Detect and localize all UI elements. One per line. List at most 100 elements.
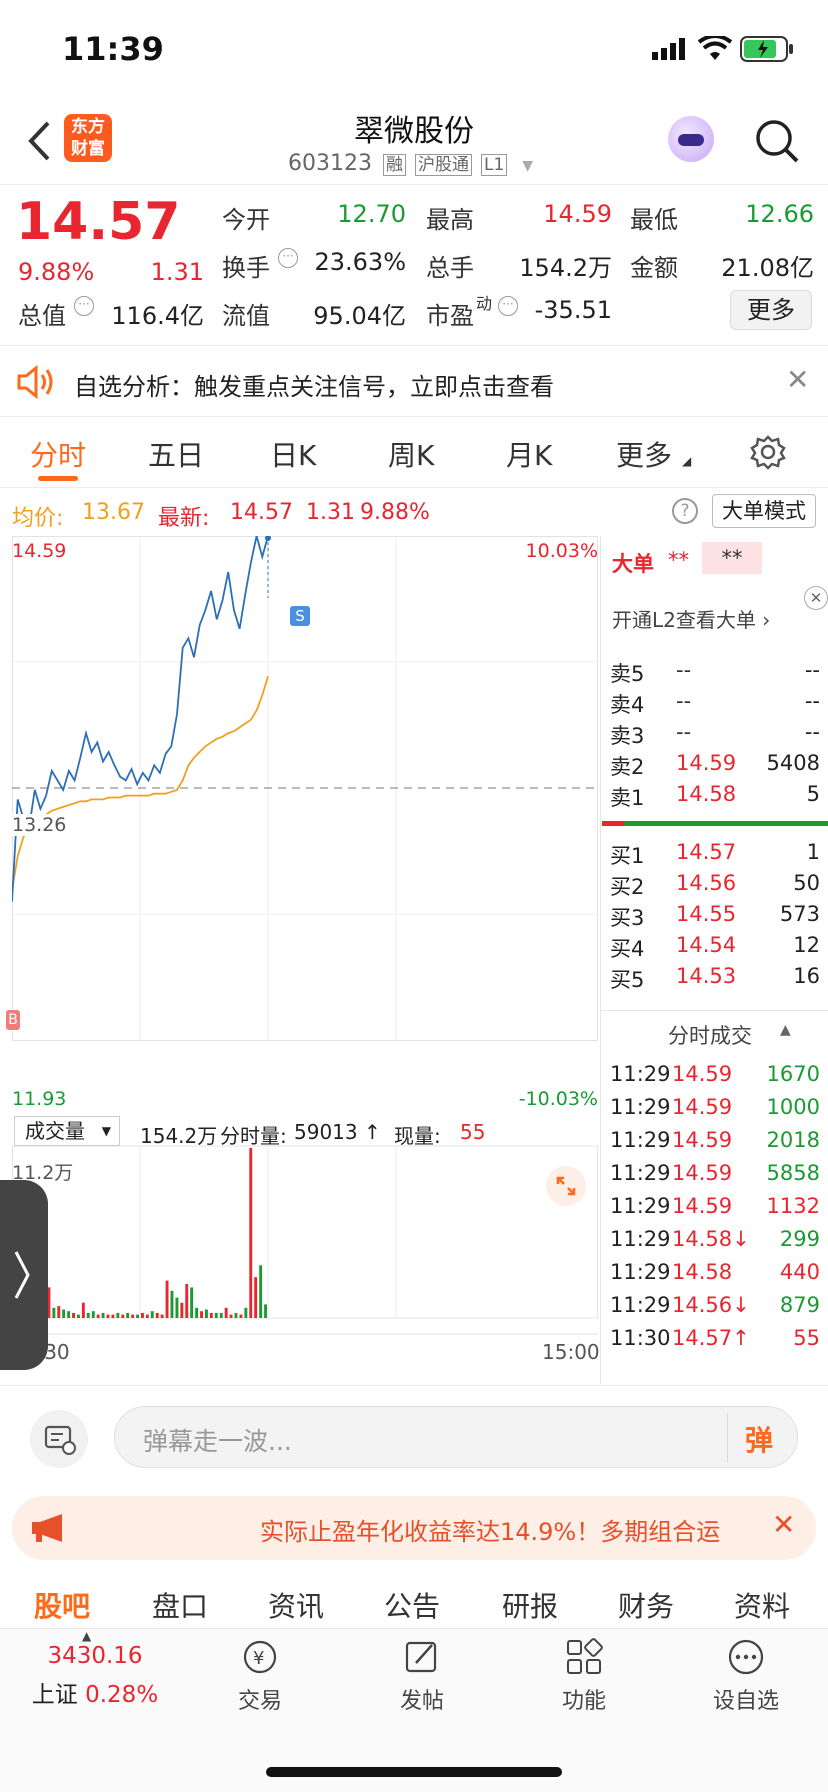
volume-bar: [160, 1314, 164, 1318]
tab-gonggao[interactable]: 公告: [384, 1585, 440, 1625]
pe-label: 市盈: [426, 302, 474, 330]
send-danmaku-button[interactable]: 弹: [745, 1419, 773, 1459]
chat-bar: 弹幕走一波... 弹: [0, 1385, 828, 1485]
analysis-alert[interactable]: 自选分析：触发重点关注信号，立即点击查看 ✕: [0, 347, 828, 417]
trade-row: 11:29 14.59 1670: [610, 1058, 820, 1092]
tab-post[interactable]: 发帖: [362, 1637, 482, 1715]
danmaku-settings-icon[interactable]: [30, 1410, 88, 1468]
index-ticker[interactable]: 3430.16 上证 0.28%: [20, 1643, 170, 1709]
index-name: 上证: [31, 1682, 78, 1708]
high-label: 最高: [426, 206, 474, 234]
sort-arrow-icon: ▲: [780, 1022, 791, 1038]
trade-volume: 299: [779, 1227, 820, 1251]
volume-bar: [81, 1302, 85, 1318]
quote-panel: 14.57 9.88% 1.31 今开 12.70 最高 14.59 最低 12…: [0, 186, 828, 346]
bid-ask-ratio-bar: [602, 821, 828, 826]
side-drawer-handle[interactable]: [0, 1180, 48, 1370]
turnover-label: 换手: [222, 254, 270, 282]
grid-icon: [567, 1638, 603, 1674]
volume-bar: [150, 1311, 154, 1318]
x-end-label: 15:00: [542, 1340, 600, 1364]
collapse-arrow-icon[interactable]: ▲: [82, 1629, 91, 1643]
trade-volume: 2018: [766, 1128, 820, 1152]
open-l2-link[interactable]: 开通L2查看大单 ›: [612, 604, 770, 633]
level-label: 买3: [610, 906, 645, 930]
tab-pankou[interactable]: 盘口: [152, 1585, 208, 1625]
close-icon[interactable]: ✕: [786, 363, 809, 396]
clock: 11:39: [62, 30, 164, 68]
tab-caiwu[interactable]: 财务: [618, 1585, 674, 1625]
danmaku-placeholder: 弹幕走一波...: [143, 1427, 292, 1456]
trade-price: 14.58↓: [672, 1227, 750, 1251]
volume-bar: [91, 1311, 95, 1318]
dropdown-icon[interactable]: ▼: [522, 158, 533, 174]
buy-level-row: 买4 14.54 12: [610, 929, 820, 963]
sell-level-row: 卖1 14.58 5: [610, 778, 820, 812]
volume-bar: [234, 1312, 238, 1318]
level-price: 14.53: [676, 964, 737, 988]
xian-label: 现量:: [394, 1124, 441, 1148]
level-label: 买1: [610, 844, 645, 868]
trade-volume: 5858: [766, 1161, 820, 1185]
tab-zixun[interactable]: 资讯: [268, 1585, 324, 1625]
expand-icon[interactable]: [546, 1166, 586, 1206]
info-icon[interactable]: ···: [278, 248, 298, 268]
fenshi-label: 分时量:: [220, 1124, 287, 1148]
info-icon[interactable]: ···: [74, 296, 94, 316]
help-icon[interactable]: ?: [672, 498, 698, 524]
buy-marker[interactable]: B: [6, 1010, 20, 1030]
tab-yuek[interactable]: 月K: [506, 434, 552, 474]
buy-level-row: 买5 14.53 16: [610, 960, 820, 994]
tab-guba[interactable]: 股吧: [34, 1585, 90, 1625]
level-label: 卖5: [610, 662, 645, 686]
trade-volume: 440: [779, 1260, 820, 1284]
avg-label: 均价:: [12, 506, 64, 531]
buy-level-row: 买3 14.55 573: [610, 898, 820, 932]
tab-more-arrow-icon: ◢: [682, 454, 692, 468]
index-pct: 0.28%: [85, 1682, 159, 1708]
robot-assistant-icon[interactable]: [668, 116, 714, 162]
info-icon[interactable]: ···: [498, 296, 518, 316]
trade-price: 14.59: [672, 1095, 733, 1119]
tab-rik[interactable]: 日K: [270, 434, 316, 474]
tab-add-watchlist[interactable]: 设自选: [686, 1637, 806, 1715]
search-icon[interactable]: [754, 118, 800, 164]
tab-functions[interactable]: 功能: [524, 1637, 644, 1715]
promo-banner[interactable]: 实际止盈年化收益率达14.9%！多期组合运 ✕: [12, 1496, 816, 1560]
pct-bottom-label: -10.03%: [518, 1088, 598, 1110]
trade-time: 11:29: [610, 1293, 671, 1317]
volume-selector[interactable]: 成交量 ▼: [14, 1116, 120, 1146]
tab-ziliao[interactable]: 资料: [734, 1585, 790, 1625]
tab-wuri[interactable]: 五日: [148, 434, 204, 474]
settings-gear-icon[interactable]: [750, 434, 786, 470]
intraday-chart[interactable]: 14.59 13.26 11.93 10.03% -10.03% 09:30 1…: [6, 535, 600, 1384]
danmaku-input[interactable]: 弹幕走一波... 弹: [114, 1406, 798, 1468]
tab-yanbao[interactable]: 研报: [502, 1585, 558, 1625]
back-icon[interactable]: [26, 120, 52, 162]
level-volume: --: [804, 658, 820, 682]
level-label: 卖1: [610, 786, 645, 810]
tab-zhouk[interactable]: 周K: [388, 434, 434, 474]
big-order-mode-button[interactable]: 大单模式: [712, 494, 816, 528]
latest-pct: 9.88%: [360, 500, 430, 525]
tab-trade[interactable]: ¥ 交易: [200, 1637, 320, 1715]
volume-total: 154.2万: [140, 1124, 218, 1148]
sell-marker[interactable]: S: [290, 606, 310, 626]
trades-title[interactable]: 分时成交: [668, 1020, 752, 1050]
change-amount: 1.31: [150, 258, 204, 286]
tab-fenshi[interactable]: 分时: [30, 434, 86, 474]
price-summary-line: 均价: 13.67 最新: 14.57 1.31 9.88% ? 大单模式: [0, 490, 828, 534]
chevron-right-icon: [14, 1251, 30, 1299]
close-icon[interactable]: ✕: [772, 1508, 795, 1541]
float-cap-value: 95.04亿: [313, 302, 406, 330]
svg-text:¥: ¥: [253, 1648, 264, 1669]
trade-price: 14.59: [672, 1062, 733, 1086]
more-button[interactable]: 更多: [730, 290, 812, 330]
more-dots-icon: [728, 1639, 764, 1675]
trade-price: 14.56↓: [672, 1293, 750, 1317]
tab-more[interactable]: 更多: [616, 434, 672, 474]
level-label: 买2: [610, 875, 645, 899]
close-icon[interactable]: ✕: [804, 586, 828, 610]
index-value: 3430.16: [47, 1643, 143, 1669]
volume-bar: [106, 1314, 110, 1318]
